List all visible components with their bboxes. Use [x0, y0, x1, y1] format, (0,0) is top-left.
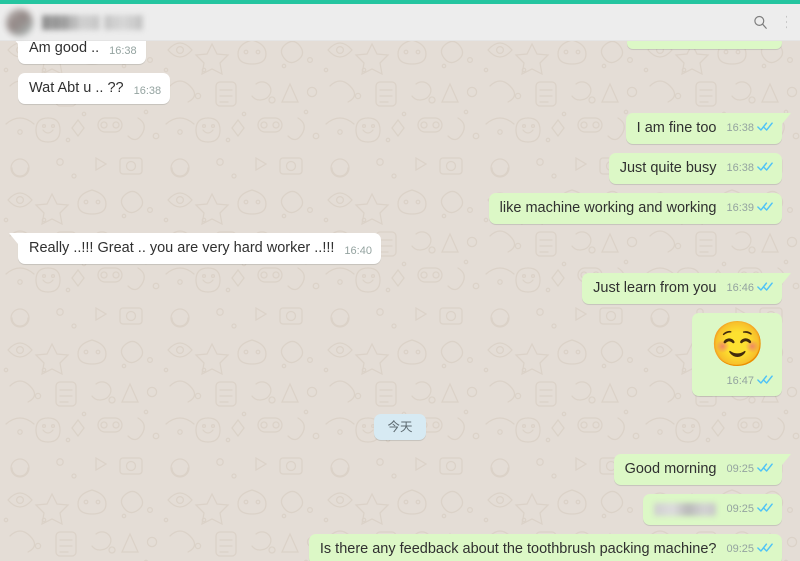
- message-timestamp: 09:25: [726, 543, 754, 555]
- message-status: [757, 119, 773, 137]
- message-row: Am good .. 16:38: [9, 41, 782, 64]
- read-receipt-icon: [757, 503, 773, 512]
- whatsapp-chat-window: ██████ ████ Am good .. 16:38 Wat Abt u .…: [0, 0, 800, 561]
- message-timestamp: 16:38: [133, 85, 162, 97]
- message-meta: 16:47: [726, 372, 773, 391]
- message-status: [757, 372, 773, 390]
- message-meta: 16:38: [109, 45, 137, 58]
- message-row: Really ..!!! Great .. you are very hard …: [9, 233, 782, 264]
- redacted-text-block: [654, 502, 717, 516]
- message-status: [757, 460, 773, 478]
- message-list: Am good .. 16:38 Wat Abt u .. ?? 16:38 I am …: [0, 41, 800, 561]
- read-receipt-icon: [757, 282, 773, 291]
- chat-header: ██████ ████: [0, 4, 800, 41]
- message-row: like machine working and working 16:39: [18, 193, 782, 224]
- read-receipt-icon: [757, 463, 773, 472]
- message-timestamp: 09:25: [726, 463, 754, 475]
- message-row: 09:25: [18, 494, 782, 525]
- message-row: ☺️ 16:47: [18, 313, 782, 396]
- message-timestamp: 16:46: [726, 282, 754, 294]
- message-meta: 16:40: [344, 245, 372, 258]
- message-meta: 16:38: [726, 159, 773, 178]
- message-meta: 09:25: [726, 460, 773, 479]
- message-text: Really ..!!! Great .. you are very hard …: [29, 240, 335, 256]
- message-timestamp: 16:38: [726, 162, 754, 174]
- message-timestamp: 16:39: [726, 202, 754, 214]
- message-text: Wat Abt u .. ??: [29, 80, 124, 96]
- message-text: Just learn from you: [593, 280, 717, 296]
- message-text: Just quite busy: [619, 160, 717, 176]
- relaxed-smiling-face-emoji: ☺️: [710, 320, 765, 369]
- message-text: Good morning: [624, 461, 717, 477]
- message-row: Is there any feedback about the toothbru…: [18, 534, 782, 561]
- message-text: I am fine too: [636, 120, 717, 136]
- message-row: Just quite busy 16:38: [18, 153, 782, 184]
- read-receipt-icon: [757, 543, 773, 552]
- outgoing-message-bubble[interactable]: Just quite busy 16:38: [608, 153, 782, 184]
- message-text: like machine working and working: [499, 200, 717, 216]
- message-status: [757, 199, 773, 217]
- contact-name[interactable]: ██████ ████: [42, 15, 143, 30]
- incoming-message-bubble[interactable]: Wat Abt u .. ?? 16:38: [18, 73, 171, 104]
- message-scroll-area[interactable]: Am good .. 16:38 Wat Abt u .. ?? 16:38 I am …: [0, 41, 800, 561]
- message-meta: 16:39: [726, 199, 773, 218]
- message-timestamp: 16:38: [109, 45, 137, 57]
- outgoing-message-bubble[interactable]: Is there any feedback about the toothbru…: [308, 534, 782, 561]
- message-meta: 16:46: [726, 279, 773, 298]
- incoming-message-bubble[interactable]: Really ..!!! Great .. you are very hard …: [9, 233, 381, 264]
- overflow-menu-icon[interactable]: [786, 10, 794, 34]
- message-row: I am fine too 16:38: [18, 113, 792, 144]
- message-text: Am good ..: [29, 41, 100, 56]
- message-row: Good morning 09:25: [18, 454, 792, 485]
- read-receipt-icon: [757, 162, 773, 171]
- message-row: Just learn from you 16:46: [18, 273, 791, 304]
- outgoing-message-bubble[interactable]: like machine working and working 16:39: [488, 193, 782, 224]
- contact-avatar[interactable]: [6, 8, 33, 36]
- outgoing-message-bubble[interactable]: I am fine too 16:38: [625, 113, 792, 144]
- accent-top-bar: [0, 0, 800, 4]
- outgoing-message-bubble[interactable]: Good morning 09:25: [613, 454, 792, 485]
- message-timestamp: 09:25: [726, 503, 754, 515]
- read-receipt-icon: [757, 122, 773, 131]
- message-row: Wat Abt u .. ?? 16:38: [18, 73, 782, 104]
- read-receipt-icon: [757, 202, 773, 211]
- message-meta: 09:25: [726, 500, 773, 519]
- date-divider-label: 今天: [374, 414, 426, 440]
- incoming-message-bubble[interactable]: Am good .. 16:38: [9, 41, 146, 64]
- outgoing-message-bubble[interactable]: Just learn from you 16:46: [582, 273, 791, 304]
- message-timestamp: 16:40: [344, 245, 372, 257]
- message-timestamp: 16:47: [726, 375, 754, 387]
- outgoing-message-bubble[interactable]: ☺️ 16:47: [692, 313, 782, 396]
- search-icon[interactable]: [748, 10, 772, 34]
- message-meta: 16:38: [134, 85, 162, 98]
- message-meta: 16:38: [726, 119, 773, 138]
- message-status: [757, 159, 773, 177]
- message-text: Is there any feedback about the toothbru…: [319, 541, 717, 557]
- outgoing-message-bubble[interactable]: 09:25: [643, 494, 782, 525]
- message-meta: 09:25: [726, 540, 773, 559]
- date-divider: 今天: [18, 414, 782, 440]
- message-status: [757, 500, 773, 518]
- read-receipt-icon: [757, 375, 773, 384]
- message-status: [757, 540, 773, 558]
- message-status: [757, 279, 773, 297]
- message-timestamp: 16:38: [726, 122, 754, 134]
- message-text-redacted: [654, 500, 717, 519]
